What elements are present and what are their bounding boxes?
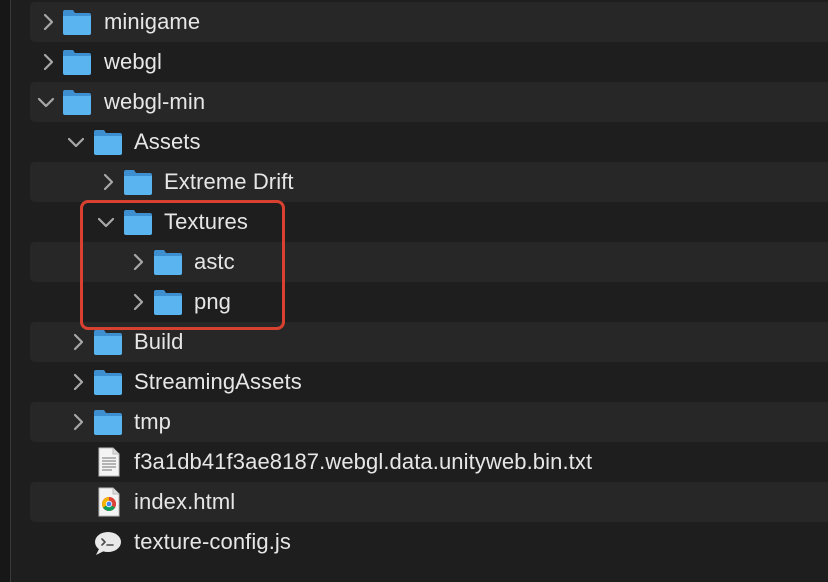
tree-row-texture-config[interactable]: texture-config.js — [0, 522, 828, 562]
tree-row-webgl[interactable]: webgl — [0, 42, 828, 82]
item-label: index.html — [134, 489, 236, 514]
tree-row-index-html[interactable]: index.html — [0, 482, 828, 522]
chevron-down-icon[interactable] — [66, 132, 86, 152]
item-label: webgl — [104, 49, 162, 74]
tree-row-build[interactable]: Build — [0, 322, 828, 362]
item-label: Assets — [134, 129, 201, 154]
tree-row-textures[interactable]: Textures — [0, 202, 828, 242]
folder-icon — [62, 8, 92, 36]
item-label: f3a1db41f3ae8187.webgl.data.unityweb.bin… — [134, 449, 593, 474]
chevron-right-icon[interactable] — [128, 252, 148, 272]
folder-icon — [93, 128, 123, 156]
folder-icon — [93, 368, 123, 396]
tree-row-assets[interactable]: Assets — [0, 122, 828, 162]
chevron-right-icon[interactable] — [128, 292, 148, 312]
folder-icon — [93, 408, 123, 436]
folder-icon — [123, 168, 153, 196]
folder-icon — [93, 328, 123, 356]
finder-list-view: minigame webgl webgl-min Assets Extreme … — [0, 0, 828, 582]
folder-icon — [123, 208, 153, 236]
js-file-icon — [93, 527, 123, 555]
folder-icon — [153, 248, 183, 276]
item-label: Build — [134, 329, 184, 354]
chevron-right-icon[interactable] — [68, 412, 88, 432]
folder-icon — [62, 88, 92, 116]
chevron-right-icon[interactable] — [98, 172, 118, 192]
item-label: astc — [194, 249, 235, 274]
chrome-html-icon — [94, 487, 124, 517]
text-file-icon — [94, 447, 124, 477]
tree-row-extreme-drift[interactable]: Extreme Drift — [0, 162, 828, 202]
item-label: minigame — [104, 9, 201, 34]
folder-icon — [62, 48, 92, 76]
tree-row-data-file[interactable]: f3a1db41f3ae8187.webgl.data.unityweb.bin… — [0, 442, 828, 482]
item-label: webgl-min — [104, 89, 206, 114]
folder-icon — [153, 288, 183, 316]
tree-row-streamingassets[interactable]: StreamingAssets — [0, 362, 828, 402]
item-label: tmp — [134, 409, 171, 434]
item-label: texture-config.js — [134, 529, 291, 554]
tree-row-png[interactable]: png — [0, 282, 828, 322]
tree-row-astc[interactable]: astc — [0, 242, 828, 282]
chevron-down-icon[interactable] — [96, 212, 116, 232]
file-tree: minigame webgl webgl-min Assets Extreme … — [0, 2, 828, 562]
item-label: Extreme Drift — [164, 169, 294, 194]
item-label: StreamingAssets — [134, 369, 302, 394]
chevron-right-icon[interactable] — [68, 372, 88, 392]
chevron-down-icon[interactable] — [36, 92, 56, 112]
tree-row-webgl-min[interactable]: webgl-min — [0, 82, 828, 122]
tree-row-minigame[interactable]: minigame — [0, 2, 828, 42]
chevron-right-icon[interactable] — [68, 332, 88, 352]
chevron-right-icon[interactable] — [38, 12, 58, 32]
item-label: png — [194, 289, 232, 314]
item-label: Textures — [164, 209, 248, 234]
chevron-right-icon[interactable] — [38, 52, 58, 72]
tree-row-tmp[interactable]: tmp — [0, 402, 828, 442]
